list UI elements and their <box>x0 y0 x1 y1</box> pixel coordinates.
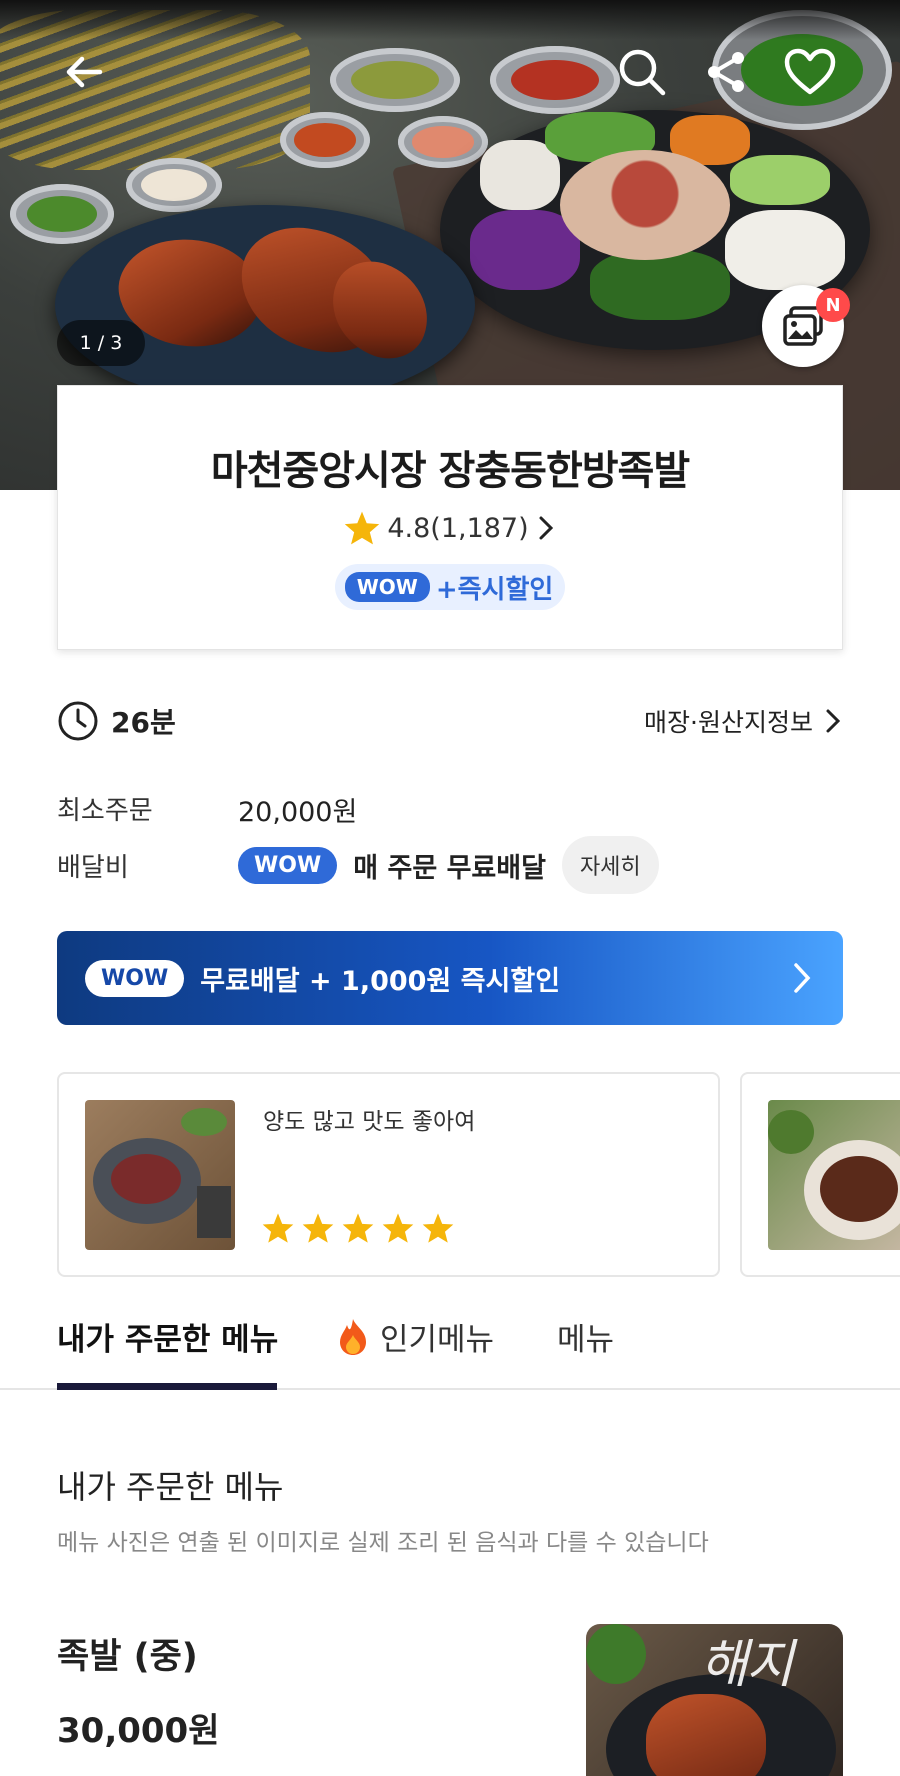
star-icon <box>345 511 380 545</box>
hero-cucumber <box>730 155 830 205</box>
review-photo <box>85 1100 235 1250</box>
section-title: 내가 주문한 메뉴 <box>57 1468 284 1506</box>
review-photo <box>768 1100 900 1250</box>
delivery-fee-label: 배달비 <box>57 853 129 883</box>
hero-side-dish <box>398 116 488 168</box>
wow-badge: WOW <box>344 572 430 602</box>
watermark: 해지 <box>700 1635 794 1695</box>
chevron-right-icon <box>826 709 841 733</box>
review-photo-meat <box>111 1154 181 1204</box>
delivery-fee-text: 매 주문 무료배달 <box>353 852 546 884</box>
delivery-time: 26분 <box>57 700 176 742</box>
review-photo-tray <box>197 1186 231 1238</box>
heart-icon <box>784 48 836 95</box>
menu-photo-leaf <box>586 1624 646 1684</box>
review-text: 양도 많고 맛도 좋아여 <box>263 1109 476 1135</box>
fire-icon <box>340 1318 366 1355</box>
back-arrow-icon <box>66 56 103 88</box>
menu-photo-jokbal <box>646 1694 766 1776</box>
star-icon <box>262 1213 294 1243</box>
tab-popular-label: 인기메뉴 <box>380 1322 495 1358</box>
wow-badge: WOW <box>238 846 338 884</box>
fee-detail-button[interactable]: 자세히 <box>561 836 659 894</box>
review-photo-greens <box>768 1110 814 1154</box>
rating-link[interactable]: 4.8(1,187) <box>58 510 842 546</box>
tab-my-ordered-menu[interactable]: 내가 주문한 메뉴 <box>57 1314 278 1359</box>
hero-side-dish <box>330 48 460 112</box>
origin-link-label: 매장·원산지정보 <box>644 708 813 737</box>
wow-promo-banner[interactable]: WOW 무료배달 + 1,000원 즉시할인 <box>57 931 843 1025</box>
image-counter: 1 / 3 <box>57 320 145 366</box>
review-photo-side <box>181 1108 227 1136</box>
delivery-time-value: 26분 <box>111 706 176 739</box>
rating-value: 4.8(1,187) <box>387 512 529 544</box>
tab-menu[interactable]: 메뉴 <box>557 1314 614 1359</box>
star-icon <box>302 1213 334 1243</box>
hero-side-dish <box>280 112 370 168</box>
search-icon <box>619 49 666 96</box>
favorite-button[interactable] <box>780 42 840 102</box>
new-badge: N <box>816 288 850 322</box>
hero-side-dish <box>10 184 114 244</box>
store-info-card: 마천중앙시장 장충동한방족발 4.8(1,187) WOW +즉시할인 <box>57 385 843 650</box>
back-button[interactable] <box>54 42 114 102</box>
wow-chip-text: +즉시할인 <box>435 574 554 605</box>
delivery-fee-row: WOW 매 주문 무료배달 자세히 <box>238 836 659 894</box>
hero-noodle <box>560 150 730 260</box>
promo-text: 무료배달 + 1,000원 즉시할인 <box>200 965 561 997</box>
star-icon <box>382 1213 414 1243</box>
menu-item-name[interactable]: 족발 (중) <box>57 1628 198 1679</box>
menu-tab-bar: 내가 주문한 메뉴 인기메뉴 메뉴 <box>0 1300 900 1390</box>
star-icon <box>422 1213 454 1243</box>
hero-cabbage-white <box>725 210 845 290</box>
hero-herb <box>590 250 730 320</box>
hero-top-shade <box>0 0 900 40</box>
hero-radish <box>480 140 560 210</box>
wow-badge: WOW <box>85 959 185 997</box>
share-button[interactable] <box>696 42 756 102</box>
hero-side-dish <box>126 158 222 212</box>
review-card[interactable] <box>740 1072 900 1277</box>
store-origin-info-link[interactable]: 매장·원산지정보 <box>644 703 843 739</box>
menu-item-price: 30,000원 <box>57 1711 220 1751</box>
review-card[interactable]: 양도 많고 맛도 좋아여 <box>57 1072 720 1277</box>
tab-popular-menu[interactable]: 인기메뉴 <box>334 1314 494 1359</box>
share-icon <box>708 52 744 92</box>
min-order-label: 최소주문 <box>57 796 153 826</box>
hero-side-dish <box>490 46 620 114</box>
min-order-value: 20,000원 <box>238 797 358 828</box>
review-photo-food <box>820 1156 898 1222</box>
search-button[interactable] <box>612 42 672 102</box>
section-description: 메뉴 사진은 연출 된 이미지로 실제 조리 된 음식과 다를 수 있습니다 <box>57 1530 709 1556</box>
chevron-right-icon <box>794 963 811 993</box>
wow-discount-chip: WOW +즉시할인 <box>334 564 566 610</box>
chevron-right-icon <box>539 516 553 540</box>
store-name: 마천중앙시장 장충동한방족발 <box>210 448 690 494</box>
star-icon <box>342 1213 374 1243</box>
clock-icon <box>58 701 98 741</box>
review-star-rating <box>261 1212 455 1244</box>
active-tab-indicator <box>57 1383 277 1390</box>
